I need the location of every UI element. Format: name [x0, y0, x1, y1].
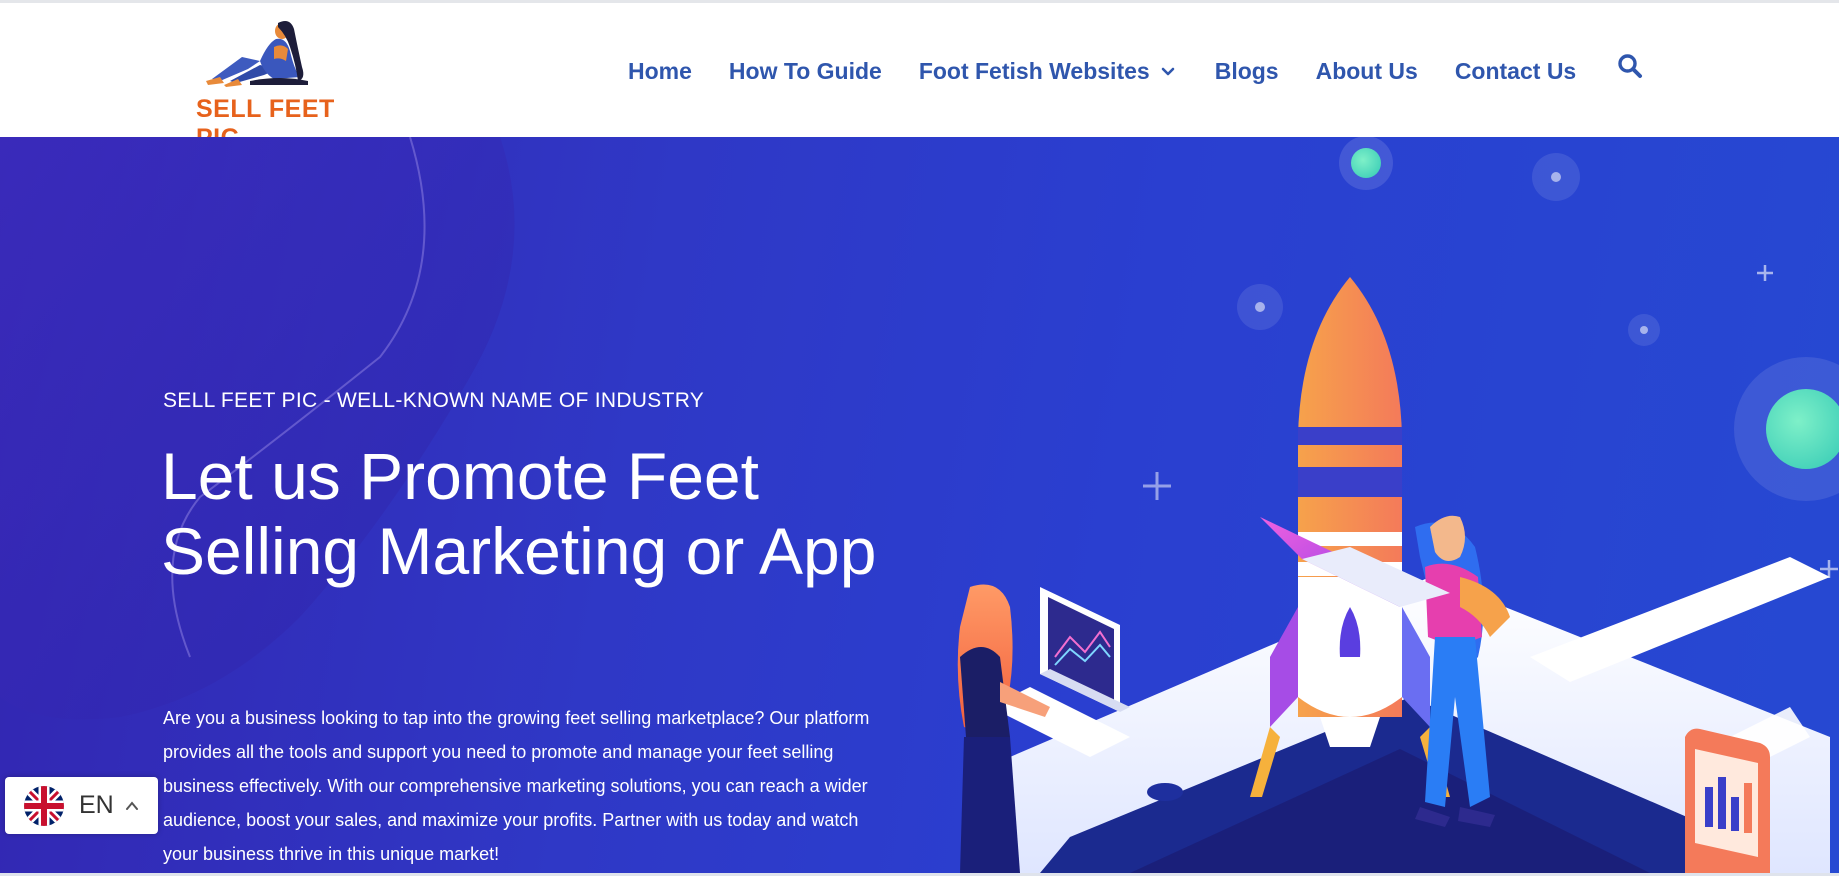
language-switcher[interactable]: EN	[5, 777, 158, 834]
nav-item-label: Blogs	[1214, 57, 1279, 84]
nav-item-about-us[interactable]: About Us	[1316, 58, 1418, 85]
site-header: SELL FEET PIC Home How To Guide Foot Fet…	[0, 3, 1839, 152]
nav-item-label: About Us	[1315, 57, 1418, 84]
logo-word-sell-feet: SELL FEET	[196, 95, 335, 123]
nav-item-label: Contact Us	[1454, 57, 1577, 84]
nav-item-label: How To Guide	[728, 57, 882, 84]
nav-item-home[interactable]: Home	[628, 58, 692, 85]
seated-woman-logo-icon	[206, 21, 308, 87]
uk-flag-icon	[24, 785, 64, 826]
main-nav: Home How To Guide Foot Fetish Websites B…	[628, 53, 1613, 89]
caret-up-icon	[125, 800, 138, 810]
rocket-launch-illustration	[957, 277, 1830, 873]
nav-item-contact-us[interactable]: Contact Us	[1455, 58, 1576, 85]
hero-description: Are you a business looking to tap into t…	[163, 708, 870, 864]
language-code: EN	[79, 791, 114, 819]
site-logo[interactable]: SELL FEET PIC	[190, 17, 360, 152]
chevron-down-icon[interactable]	[1158, 61, 1178, 81]
search-icon[interactable]	[1617, 53, 1643, 81]
nav-item-how-to-guide[interactable]: How To Guide	[729, 58, 882, 85]
hero-eyebrow: SELL FEET PIC - WELL-KNOWN NAME OF INDUS…	[163, 389, 705, 412]
nav-item-blogs[interactable]: Blogs	[1215, 58, 1279, 85]
nav-item-foot-fetish-websites[interactable]: Foot Fetish Websites	[919, 58, 1178, 85]
hero-headline: Let us Promote Feet Selling Marketing or…	[161, 439, 877, 588]
nav-item-label: Home	[628, 57, 692, 84]
hero-section: SELL FEET PIC - WELL-KNOWN NAME OF INDUS…	[0, 137, 1839, 873]
nav-item-label: Foot Fetish Websites	[918, 57, 1150, 84]
